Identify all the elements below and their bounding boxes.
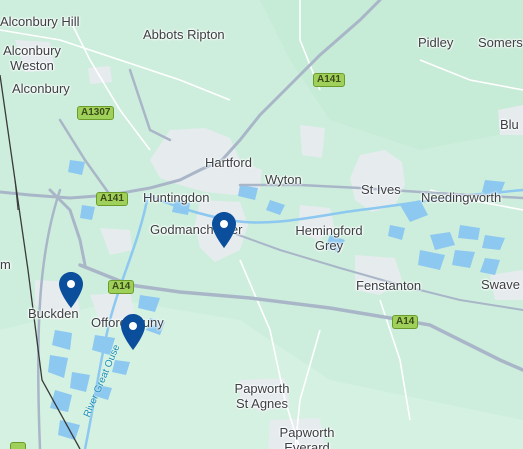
place-alconbury-weston-line1: Alconbury	[3, 43, 61, 58]
place-left-edge: m	[0, 257, 11, 272]
place-papworth-st-agnes-line2: St Agnes	[235, 396, 289, 411]
map-marker-buckden[interactable]	[59, 272, 83, 308]
place-somersham: Somers	[478, 35, 523, 50]
place-alconbury-weston: Alconbury Weston	[0, 43, 64, 73]
place-swavesey: Swave	[481, 277, 521, 292]
road-shield-a1307: A1307	[77, 106, 115, 120]
road-shield-partial	[10, 442, 26, 449]
place-abbots-ripton: Abbots Ripton	[143, 27, 225, 42]
place-hemingford-grey-line1: Hemingford	[295, 223, 363, 238]
map-pin-icon	[121, 314, 145, 350]
map-pin-icon	[59, 272, 83, 308]
place-st-ives: St Ives	[361, 182, 401, 197]
place-pidley: Pidley	[418, 35, 454, 50]
place-papworth-everard: Papworth Everard	[270, 425, 344, 449]
place-papworth-everard-line1: Papworth	[279, 425, 335, 440]
map-marker-godmanchester[interactable]	[212, 212, 236, 248]
road-shield-a14-east: A14	[392, 315, 419, 329]
map-canvas[interactable]: Alconbury Hill Abbots Ripton Pidley Some…	[0, 0, 523, 449]
map-pin-icon	[212, 212, 236, 248]
place-papworth-st-agnes-line1: Papworth	[234, 381, 290, 396]
place-huntingdon: Huntingdon	[143, 190, 210, 205]
place-needingworth: Needingworth	[421, 190, 502, 205]
place-alconbury: Alconbury	[12, 81, 70, 96]
road-shield-a141-west: A141	[96, 192, 128, 206]
place-bluntisham: Blu	[500, 117, 519, 132]
road-shield-a141-north: A141	[313, 73, 345, 87]
map-marker-offord-cluny[interactable]	[121, 314, 145, 350]
place-papworth-everard-line2: Everard	[284, 440, 330, 449]
place-hartford: Hartford	[205, 155, 252, 170]
place-buckden: Buckden	[28, 306, 79, 321]
place-alconbury-hill: Alconbury Hill	[0, 14, 80, 29]
place-fenstanton: Fenstanton	[356, 278, 422, 293]
road-shield-a14-west: A14	[108, 280, 135, 294]
place-hemingford-grey: Hemingford Grey	[284, 223, 374, 253]
place-papworth-st-agnes: Papworth St Agnes	[225, 381, 299, 411]
place-wyton: Wyton	[265, 172, 302, 187]
place-alconbury-weston-line2: Weston	[10, 58, 54, 73]
place-hemingford-grey-line2: Grey	[314, 238, 344, 253]
